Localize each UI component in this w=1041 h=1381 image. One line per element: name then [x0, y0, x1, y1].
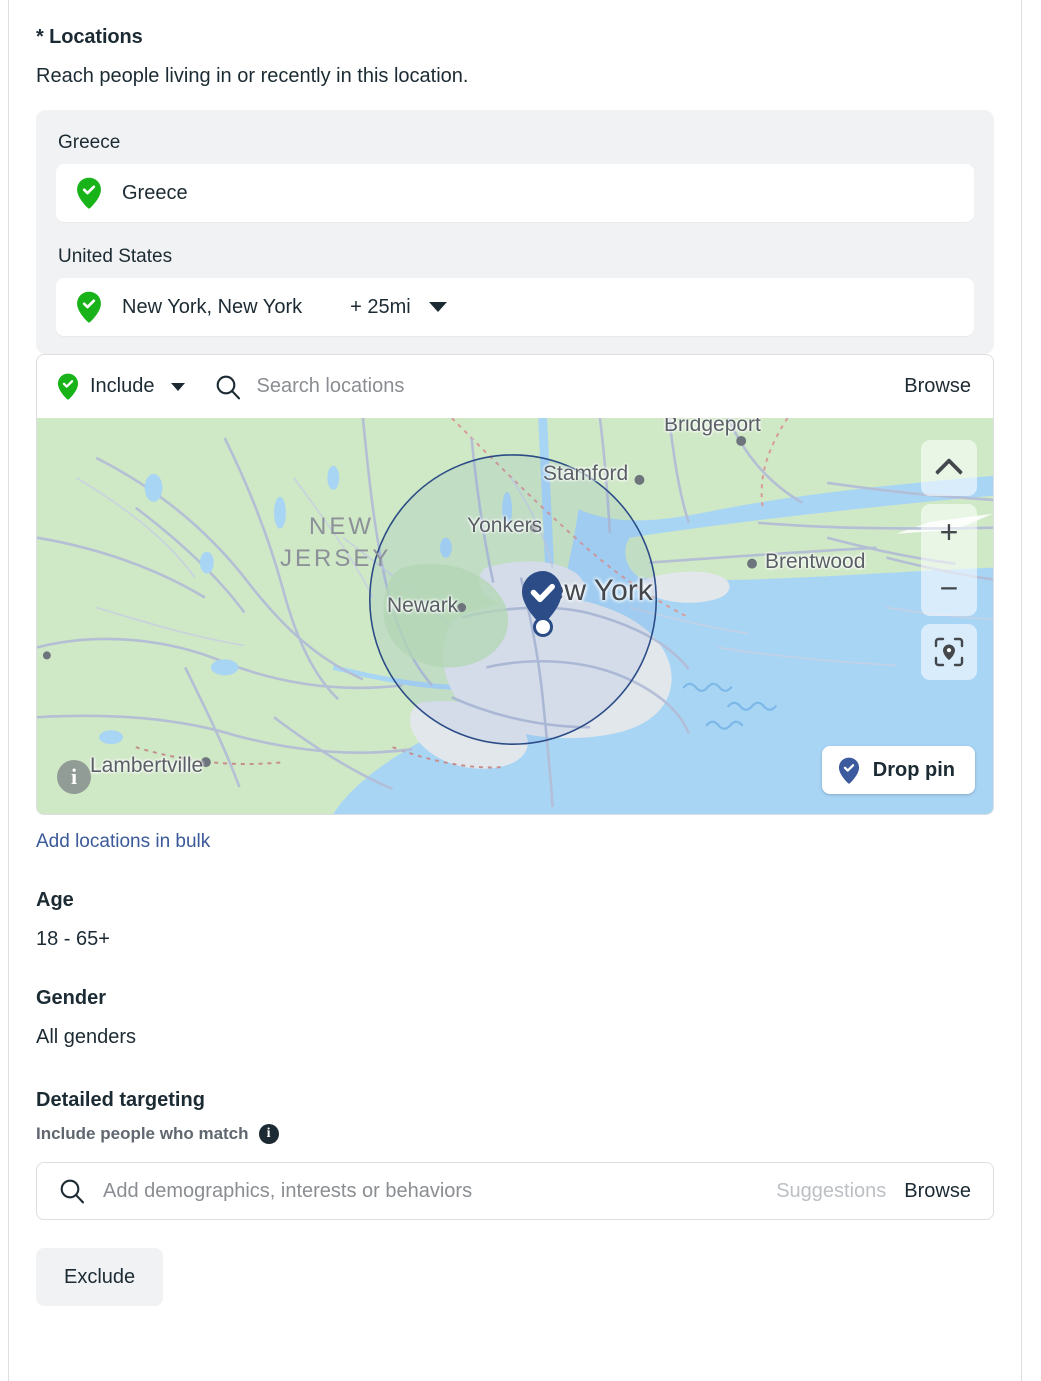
age-title: Age [36, 889, 74, 911]
chevron-down-icon[interactable] [170, 382, 185, 391]
location-radius-value[interactable]: + 25mi [350, 296, 411, 319]
location-name: Greece [122, 181, 188, 204]
drop-pin-label: Drop pin [872, 758, 955, 781]
gender-field: Gender All genders [36, 987, 994, 1049]
locations-section-description: Reach people living in or recently in th… [36, 65, 469, 87]
detailed-targeting-suggestions-button[interactable]: Suggestions [776, 1180, 886, 1203]
detailed-targeting-subtitle-row: Include people who match i [36, 1124, 994, 1144]
exclude-button[interactable]: Exclude [36, 1248, 164, 1306]
location-search-bar: Include Search locations Browse [36, 354, 994, 418]
map-controls: + − [921, 440, 977, 680]
map-zoom-in-button[interactable]: + [921, 504, 977, 560]
gender-value[interactable]: All genders [36, 1026, 994, 1049]
targeting-panel: * Locations Reach people living in or re… [10, 0, 1020, 1381]
map-center-pin[interactable] [519, 570, 567, 637]
locations-browse-button[interactable]: Browse [904, 375, 971, 398]
detailed-targeting-section: Detailed targeting Include people who ma… [36, 1089, 994, 1306]
minus-icon: − [939, 570, 959, 606]
right-divider [1021, 0, 1022, 1381]
location-search-input[interactable]: Search locations [257, 375, 905, 398]
drop-pin-button[interactable]: Drop pin [821, 746, 975, 794]
detailed-targeting-search-input[interactable]: Add demographics, interests or behaviors [103, 1180, 776, 1203]
locations-section-label: * Locations [36, 26, 143, 48]
detailed-targeting-browse-button[interactable]: Browse [904, 1180, 971, 1203]
age-field: Age 18 - 65+ [36, 889, 994, 951]
location-name: New York, New York [122, 295, 303, 318]
green-check-pin-icon [77, 177, 101, 209]
info-icon[interactable]: i [258, 1124, 279, 1144]
map-info-icon[interactable]: i [57, 760, 91, 794]
location-map[interactable]: Bridgeport Stamford Yonkers Brentwood Ne… [36, 418, 994, 815]
plus-icon: + [939, 514, 959, 550]
location-group-country-greece: Greece [58, 132, 121, 153]
map-locate-button[interactable] [921, 624, 977, 680]
detailed-targeting-subtitle: Include people who match [36, 1124, 249, 1143]
search-icon [59, 1178, 85, 1204]
gender-title: Gender [36, 987, 107, 1009]
location-group-country-united-states: United States [58, 246, 173, 267]
map-compass-button[interactable] [921, 440, 977, 496]
locate-pin-icon [934, 637, 964, 667]
search-icon [215, 374, 241, 400]
green-check-pin-icon [57, 373, 79, 400]
chevron-up-icon [934, 457, 964, 487]
include-mode-label: Include [90, 375, 155, 397]
map-zoom-out-button[interactable]: − [921, 560, 977, 616]
locations-targeting-page: * Locations Reach people living in or re… [0, 0, 1041, 1381]
location-row-greece[interactable]: Greece [56, 164, 974, 222]
blue-check-pin-icon [838, 757, 859, 784]
add-locations-in-bulk-link[interactable]: Add locations in bulk [36, 831, 210, 853]
location-row-new-york[interactable]: New York, New York + 25mi [56, 278, 974, 336]
include-mode-selector[interactable]: Include [57, 373, 185, 400]
locations-card: Greece Greece United States New York, Ne… [36, 110, 994, 354]
map-center-anchor-dot [533, 617, 553, 637]
detailed-targeting-title: Detailed targeting [36, 1089, 205, 1111]
age-value[interactable]: 18 - 65+ [36, 928, 994, 951]
chevron-down-icon[interactable] [428, 302, 447, 312]
green-check-pin-icon [77, 291, 101, 323]
detailed-targeting-input-row: Add demographics, interests or behaviors… [36, 1162, 994, 1220]
left-divider [8, 0, 9, 1381]
